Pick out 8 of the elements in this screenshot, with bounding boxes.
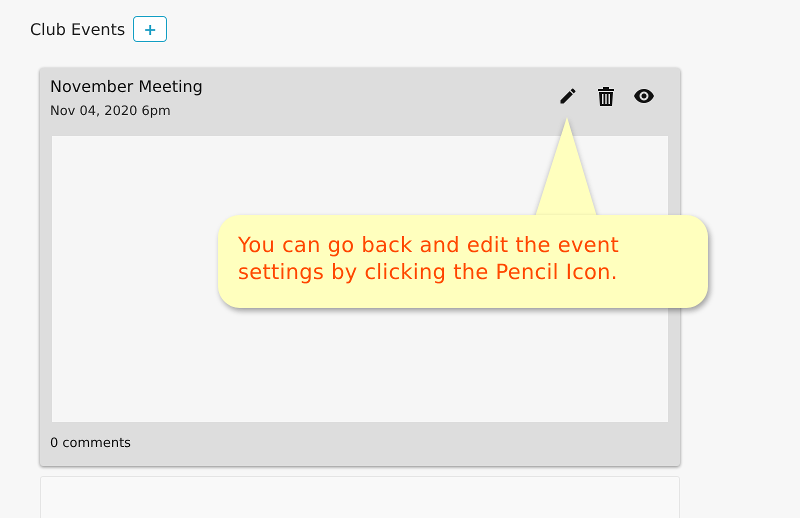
trash-icon[interactable] <box>598 86 614 106</box>
callout-text: You can go back and edit the event settings by clicking the Pencil Icon. <box>238 233 620 284</box>
event-title: November Meeting <box>50 77 203 96</box>
edit-icon[interactable] <box>558 86 578 106</box>
comment-count[interactable]: 0 comments <box>50 436 668 451</box>
event-date: Nov 04, 2020 6pm <box>50 104 172 119</box>
page-title: Club Events <box>30 20 126 38</box>
eye-icon[interactable] <box>634 89 654 103</box>
